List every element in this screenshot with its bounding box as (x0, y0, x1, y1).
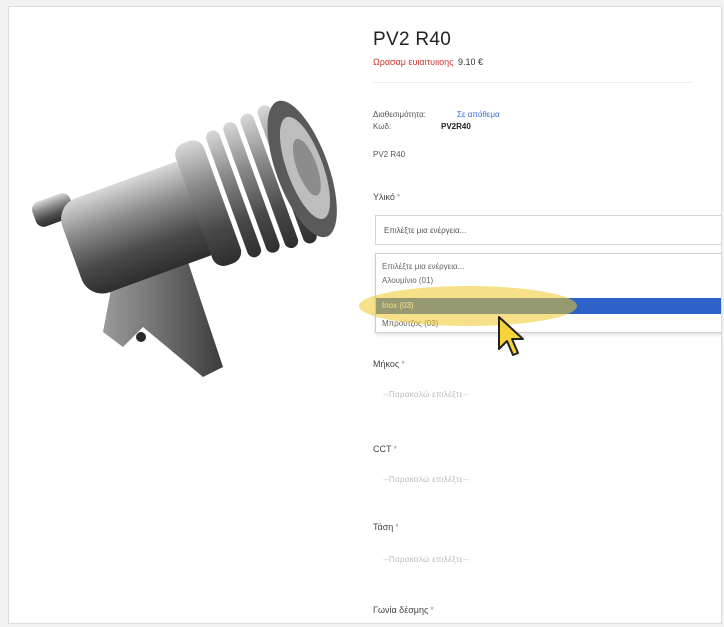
required-mark: * (395, 522, 399, 532)
pointer-arrow-icon (498, 316, 524, 356)
price-line: Ωρασαμ ευιαιτυιιοης 9.10 € (373, 57, 483, 67)
highlight-marker (359, 286, 577, 326)
required-mark: * (430, 605, 434, 615)
availability-value: Σε απόθεμα (457, 110, 500, 119)
cct-label: CCT * (373, 444, 397, 454)
divider (373, 82, 693, 83)
product-image (32, 100, 337, 377)
material-label-text: Υλικό (373, 192, 395, 202)
code-value: PV2R40 (441, 122, 471, 131)
length-select[interactable]: --Παρακαλώ επιλέξτε-- (383, 390, 469, 399)
cct-label-text: CCT (373, 444, 392, 454)
required-mark: * (401, 359, 405, 369)
product-title: PV2 R40 (373, 29, 452, 50)
length-label-text: Μήκος (373, 359, 400, 369)
beam-angle-label: Γωνία δέσμης * (373, 605, 434, 615)
material-option[interactable]: Επιλέξτε μια ενέργεια... (376, 260, 721, 273)
availability-label: Διαθεσιμότητα: (373, 110, 426, 119)
voltage-select[interactable]: --Παρακαλώ επιλέξτε-- (383, 555, 469, 564)
length-label: Μήκος * (373, 359, 405, 369)
required-mark: * (396, 192, 401, 202)
price-value: 9.10 € (457, 57, 484, 67)
voltage-label-text: Τάση (373, 522, 394, 532)
material-label: Υλικό * (373, 192, 400, 202)
material-option[interactable]: Αλουμίνιο (01) (376, 274, 721, 287)
sku-text: PV2 R40 (373, 150, 406, 159)
price-label: Ωρασαμ ευιαιτυιιοης (373, 57, 454, 67)
cct-select[interactable]: --Παρακαλώ επιλέξτε-- (383, 475, 469, 484)
code-label: Κωδ: (373, 122, 392, 131)
voltage-label: Τάση * (373, 522, 399, 532)
material-select[interactable]: Επιλέξτε μια ενέργεια... (375, 215, 721, 245)
page-frame: PV2 R40 Ωρασαμ ευιαιτυιιοης 9.10 € Διαθε… (8, 6, 722, 624)
required-mark: * (393, 444, 398, 454)
beam-angle-label-text: Γωνία δέσμης (373, 605, 429, 615)
